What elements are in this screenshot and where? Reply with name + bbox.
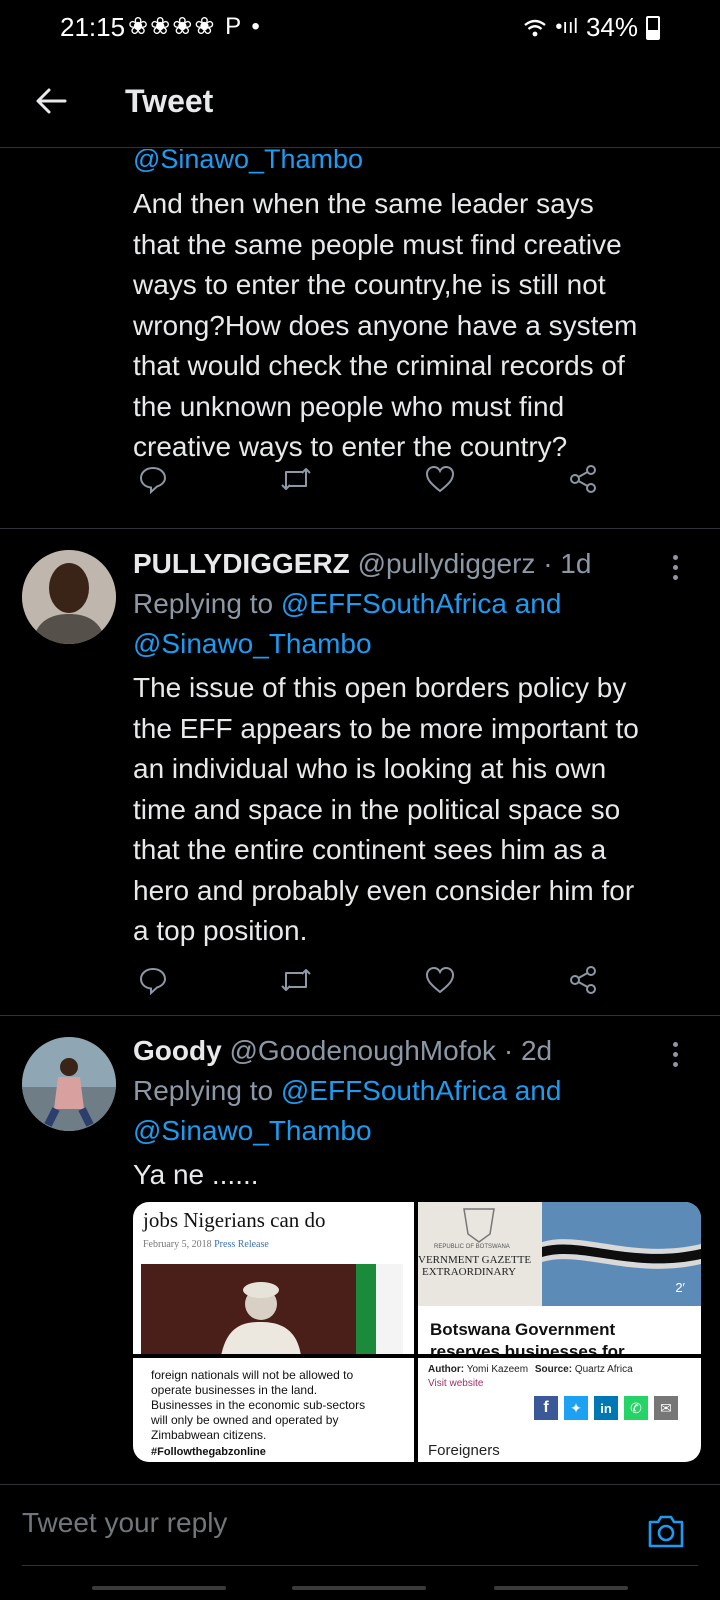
status-right: •ııl 34% xyxy=(523,12,660,43)
tweet-actions xyxy=(133,960,603,1000)
nav-handle[interactable] xyxy=(92,1586,226,1590)
replying-prefix: Replying to xyxy=(133,1075,274,1106)
article-date: February 5, 2018 xyxy=(143,1239,212,1250)
media-image[interactable]: jobs Nigerians can do February 5, 2018 P… xyxy=(133,1202,414,1354)
share-buttons: f ✦ in ✆ ✉ xyxy=(534,1396,678,1420)
page-title: Tweet xyxy=(125,83,214,119)
avatar[interactable] xyxy=(22,1037,116,1131)
nav-handle[interactable] xyxy=(494,1586,628,1590)
status-time: 21:15 xyxy=(60,12,126,42)
comment-icon xyxy=(139,466,167,494)
gazette-header: REPUBLIC OF BOTSWANA xyxy=(434,1244,510,1250)
replying-to-link[interactable]: @EFFSouthAfrica and xyxy=(281,588,562,619)
nav-handle[interactable] xyxy=(292,1586,426,1590)
hashtag: #Followthegabzonline xyxy=(151,1446,266,1458)
status-bar: 21:15 ❀❀❀❀ P • •ııl 34% xyxy=(0,0,720,56)
retweet-button[interactable] xyxy=(276,960,316,1000)
media-grid[interactable]: jobs Nigerians can do February 5, 2018 P… xyxy=(133,1202,701,1462)
wifi-icon xyxy=(524,19,547,36)
source-name: Quartz Africa xyxy=(574,1364,633,1375)
reply-mention[interactable]: @Sinawo_Thambo xyxy=(133,149,692,179)
article-headline: jobs Nigerians can do xyxy=(143,1208,326,1232)
retweet-icon xyxy=(281,969,312,991)
username[interactable]: @pullydiggerz xyxy=(358,548,536,579)
twitter-icon: ✦ xyxy=(564,1396,588,1420)
tweet-meta: PULLYDIGGERZ @pullydiggerz · 1d xyxy=(133,544,692,584)
media-image[interactable]: REPUBLIC OF BOTSWANA VERNMENT GAZETTE EX… xyxy=(418,1202,701,1354)
tweet-text: And then when the same leader says that … xyxy=(133,188,638,462)
article-title: Botswana Government xyxy=(430,1320,616,1339)
reply-bar: Tweet your reply xyxy=(0,1484,720,1600)
replying-to-link[interactable]: @Sinawo_Thambo xyxy=(133,1111,692,1151)
visit-website-link: Visit website xyxy=(428,1378,484,1389)
share-button[interactable] xyxy=(563,960,603,1000)
tweet-meta: Goody @GoodenoughMofok · 2d xyxy=(133,1031,692,1071)
share-button[interactable] xyxy=(563,459,603,499)
facebook-icon: f xyxy=(534,1396,558,1420)
tweet-actions xyxy=(133,459,603,499)
linkedin-icon: in xyxy=(594,1396,618,1420)
like-button[interactable] xyxy=(420,960,460,1000)
heart-icon xyxy=(425,966,454,994)
media-image[interactable]: Author: Yomi Kazeem Source: Quartz Afric… xyxy=(418,1358,701,1462)
replying-to: Replying to @EFFSouthAfrica and xyxy=(133,1071,692,1111)
replying-to-link[interactable]: @EFFSouthAfrica and xyxy=(281,1075,562,1106)
article-excerpt: Foreigners xyxy=(428,1442,500,1459)
avatar-photo xyxy=(22,1037,116,1131)
username[interactable]: @GoodenoughMofok xyxy=(229,1035,496,1066)
share-icon xyxy=(569,465,596,493)
camera-button[interactable] xyxy=(646,1513,686,1554)
replying-prefix: Replying to xyxy=(133,588,274,619)
article-title-2: reserves businesses for xyxy=(430,1342,625,1354)
heart-icon xyxy=(425,465,454,493)
author-label: Author: xyxy=(428,1364,465,1375)
replying-to-link[interactable]: @Sinawo_Thambo xyxy=(133,624,692,664)
tweet[interactable]: Goody @GoodenoughMofok · 2d Replying to … xyxy=(0,1016,720,1484)
header: Tweet xyxy=(0,56,720,148)
article-category: Press Release xyxy=(214,1239,269,1250)
gazette-title: VERNMENT GAZETTE xyxy=(418,1254,532,1266)
display-name[interactable]: Goody xyxy=(133,1035,222,1066)
media-image[interactable]: foreign nationals will not be allowed to… xyxy=(133,1358,414,1462)
tweet-text: The issue of this open borders policy by… xyxy=(133,672,639,946)
coat-of-arms-icon xyxy=(463,1208,495,1243)
back-button[interactable] xyxy=(26,76,76,126)
camera-icon xyxy=(648,1515,684,1548)
retweet-button[interactable] xyxy=(276,459,316,499)
author-name: Yomi Kazeem xyxy=(466,1364,529,1375)
avatar[interactable] xyxy=(22,550,116,644)
comment-icon xyxy=(139,967,167,995)
signal-icon: •ııl xyxy=(555,16,578,38)
like-button[interactable] xyxy=(420,459,460,499)
replying-to: Replying to @EFFSouthAfrica and xyxy=(133,584,692,624)
battery-percent: 34% xyxy=(585,12,638,42)
gazette-subtitle: EXTRAORDINARY xyxy=(422,1266,517,1278)
retweet-icon xyxy=(281,468,312,490)
reply-button[interactable] xyxy=(133,960,173,1000)
share-icon xyxy=(569,966,596,994)
arrow-left-icon xyxy=(36,88,67,114)
tweet[interactable]: PULLYDIGGERZ @pullydiggerz · 1d Replying… xyxy=(0,529,720,1016)
tweet[interactable]: @Sinawo_Thambo And then when the same le… xyxy=(0,149,720,529)
tweet-feed[interactable]: @Sinawo_Thambo And then when the same le… xyxy=(0,149,720,1484)
avatar-photo xyxy=(22,550,116,644)
source-label: Source: xyxy=(534,1364,573,1375)
reply-underline xyxy=(22,1565,698,1566)
post-text: foreign nationals will not be allowed to… xyxy=(151,1368,366,1442)
notification-icons: ❀❀❀❀ P • xyxy=(128,13,262,40)
email-icon: ✉ xyxy=(654,1396,678,1420)
display-name[interactable]: PULLYDIGGERZ xyxy=(133,548,350,579)
video-counter: 2′ xyxy=(675,1280,685,1295)
whatsapp-icon: ✆ xyxy=(624,1396,648,1420)
battery-icon xyxy=(646,15,660,40)
timestamp: · 1d xyxy=(543,548,592,579)
tweet-text: Ya ne ...... xyxy=(133,1159,259,1190)
reply-input[interactable]: Tweet your reply xyxy=(22,1507,227,1539)
reply-button[interactable] xyxy=(133,459,173,499)
timestamp: · 2d xyxy=(503,1035,553,1066)
news-photo xyxy=(141,1264,403,1354)
